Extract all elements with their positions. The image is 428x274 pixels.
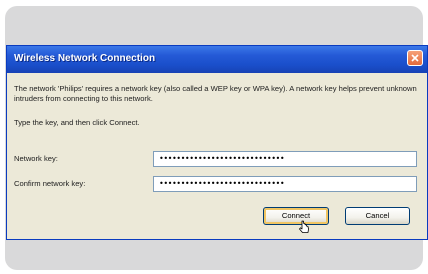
confirm-network-key-field[interactable]: ••••••••••••••••••••••••••••• xyxy=(153,176,417,192)
mouse-cursor-icon xyxy=(299,220,309,233)
dialog-message: The network 'Philips' requires a network… xyxy=(14,84,417,103)
close-button[interactable] xyxy=(407,50,423,66)
close-icon xyxy=(411,54,419,62)
confirm-network-key-label: Confirm network key: xyxy=(14,179,86,188)
network-key-label: Network key: xyxy=(14,154,58,163)
connect-button[interactable]: Connect xyxy=(263,207,329,225)
title-bar[interactable]: Wireless Network Connection xyxy=(7,46,427,73)
cancel-button[interactable]: Cancel xyxy=(345,207,410,225)
dialog-title: Wireless Network Connection xyxy=(14,53,156,64)
network-key-field[interactable]: ••••••••••••••••••••••••••••• xyxy=(153,151,417,167)
dialog-instruction: Type the key, and then click Connect. xyxy=(14,118,140,127)
wireless-connection-dialog: Wireless Network Connection The network … xyxy=(6,45,428,240)
